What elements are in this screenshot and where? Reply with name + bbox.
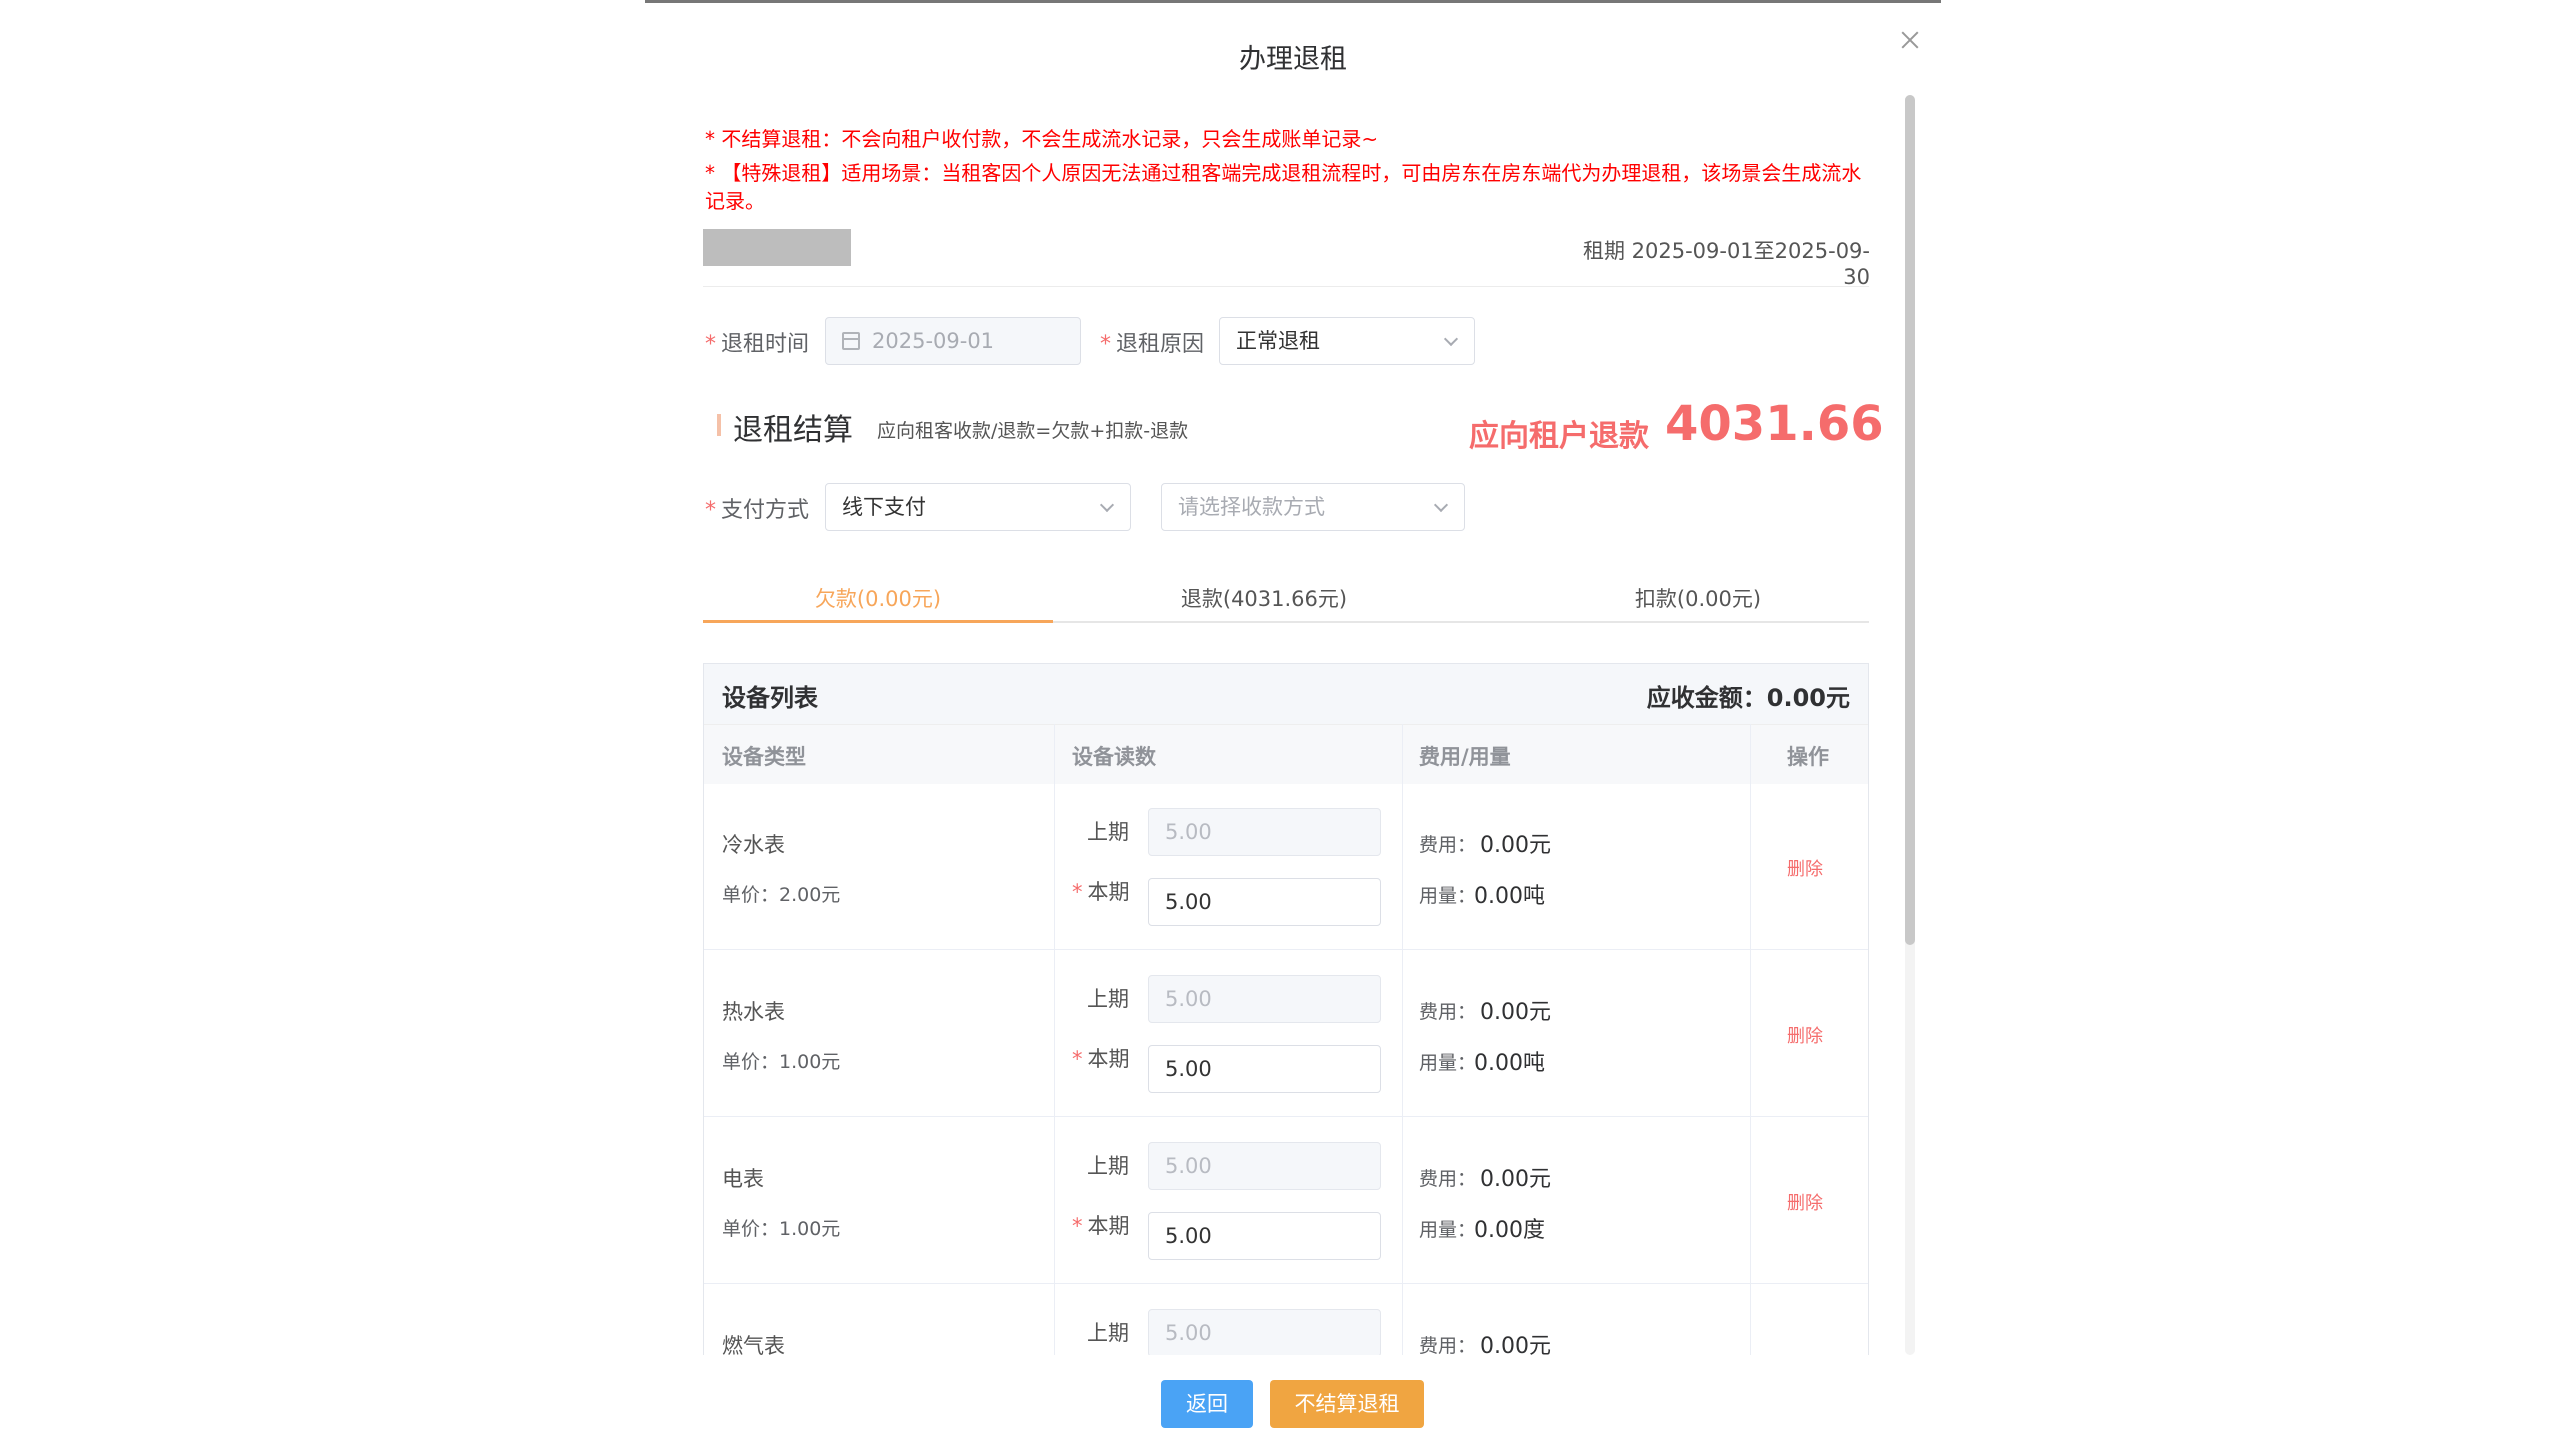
refund-amount: 4031.66: [1665, 396, 1884, 452]
delete-button[interactable]: 删除: [1787, 855, 1823, 881]
device-list-card: 设备列表 应收金额：0.00元 设备类型 设备读数 费用/用量 操作 冷水表 单…: [703, 663, 1869, 1363]
prev-reading-label: 上期: [1087, 987, 1129, 1011]
device-price: 单价：1.00元: [722, 1218, 841, 1240]
col-action: 操作: [1787, 745, 1829, 769]
checkout-time-label: * 退租时间: [705, 332, 810, 357]
checkout-reason-label: * 退租原因: [1100, 332, 1205, 357]
divider: [703, 286, 1869, 287]
prev-reading-input: 5.00: [1148, 808, 1381, 856]
cur-reading-label: * 本期: [1072, 1214, 1130, 1238]
checkout-dialog: 办理退租 * 不结算退租：不会向租户收付款，不会生成流水记录，只会生成账单记录~…: [645, 0, 1941, 1443]
usage-label: 用量：: [1419, 1219, 1477, 1241]
table-row: 电表 单价：1.00元 上期 5.00 * 本期 5.00 费用： 0.00元 用…: [704, 1118, 1868, 1284]
table-row: 冷水表 单价：2.00元 上期 5.00 * 本期 5.00 费用： 0.00元 …: [704, 784, 1868, 950]
cur-reading-label: * 本期: [1072, 1047, 1130, 1071]
device-name: 电表: [722, 1167, 764, 1191]
tab-refund[interactable]: 退款(4031.66元): [1119, 583, 1409, 613]
usage-label: 用量：: [1419, 885, 1477, 907]
prev-reading-input: 5.00: [1148, 1142, 1381, 1190]
settlement-title: 退租结算: [733, 413, 853, 448]
settlement-formula: 应向租客收款/退款=欠款+扣款-退款: [877, 420, 1189, 442]
fee-label: 费用：: [1419, 1335, 1477, 1357]
receivable-amount: 应收金额：0.00元: [1646, 684, 1850, 712]
col-device-type: 设备类型: [722, 745, 806, 769]
notice-special-checkout: * 【特殊退租】适用场景：当租客因个人原因无法通过租客端完成退租流程时，可由房东…: [705, 161, 1862, 213]
col-reading: 设备读数: [1072, 745, 1156, 769]
col-fee-usage: 费用/用量: [1419, 745, 1511, 769]
cur-reading-input[interactable]: 5.00: [1148, 1045, 1381, 1093]
cur-reading-input[interactable]: 5.00: [1148, 878, 1381, 926]
payment-method-label: * 支付方式: [705, 498, 810, 523]
device-price: 单价：1.00元: [722, 1051, 841, 1073]
delete-button[interactable]: 删除: [1787, 1189, 1823, 1215]
usage-value: 0.00吨: [1474, 884, 1545, 909]
fee-label: 费用：: [1419, 834, 1477, 856]
tab-deduction[interactable]: 扣款(0.00元): [1553, 583, 1843, 613]
device-list-header: 设备列表 应收金额：0.00元: [704, 664, 1868, 724]
chevron-down-icon: [1443, 331, 1459, 347]
checkout-reason-select[interactable]: 正常退租: [1219, 317, 1475, 365]
refund-label: 应向租户退款: [1469, 419, 1649, 454]
fee-value: 0.00元: [1480, 1167, 1551, 1192]
notice-no-settle: * 不结算退租：不会向租户收付款，不会生成流水记录，只会生成账单记录~: [705, 127, 1379, 151]
device-list-title: 设备列表: [722, 684, 818, 712]
fee-label: 费用：: [1419, 1168, 1477, 1190]
dialog-title: 办理退租: [1239, 44, 1347, 75]
back-button[interactable]: 返回: [1161, 1380, 1253, 1428]
prev-reading-label: 上期: [1087, 1154, 1129, 1178]
delete-button[interactable]: 删除: [1787, 1022, 1823, 1048]
prev-reading-label: 上期: [1087, 820, 1129, 844]
active-tab-indicator: [703, 620, 1053, 623]
cur-reading-input[interactable]: 5.00: [1148, 1212, 1381, 1260]
lease-period: 租期 2025-09-01至2025-09-30: [1582, 239, 1870, 289]
fee-label: 费用：: [1419, 1001, 1477, 1023]
settlement-tabs: 欠款(0.00元) 退款(4031.66元) 扣款(0.00元): [703, 573, 1869, 623]
no-settle-checkout-button[interactable]: 不结算退租: [1270, 1380, 1424, 1428]
payment-method-select[interactable]: 线下支付: [825, 483, 1131, 531]
table-header: 设备类型 设备读数 费用/用量 操作: [704, 724, 1868, 784]
calendar-icon: [842, 332, 860, 350]
usage-label: 用量：: [1419, 1052, 1477, 1074]
scrollbar[interactable]: [1905, 95, 1915, 1355]
chevron-down-icon: [1099, 497, 1115, 513]
tab-arrears[interactable]: 欠款(0.00元): [703, 583, 1053, 613]
table-row: 燃气表 上期 5.00 费用： 0.00元: [704, 1285, 1868, 1363]
scrollbar-thumb[interactable]: [1905, 95, 1915, 945]
prev-reading-label: 上期: [1087, 1321, 1129, 1345]
prev-reading-input: 5.00: [1148, 1309, 1381, 1357]
chevron-down-icon: [1433, 497, 1449, 513]
section-marker: [717, 414, 721, 436]
close-icon[interactable]: [1895, 25, 1925, 55]
cur-reading-label: * 本期: [1072, 880, 1130, 904]
table-row: 热水表 单价：1.00元 上期 5.00 * 本期 5.00 费用： 0.00元 …: [704, 951, 1868, 1117]
prev-reading-input: 5.00: [1148, 975, 1381, 1023]
tenant-name-redacted: [703, 229, 851, 266]
device-name: 冷水表: [722, 833, 785, 857]
device-name: 热水表: [722, 1000, 785, 1024]
device-price: 单价：2.00元: [722, 884, 841, 906]
usage-value: 0.00度: [1474, 1218, 1545, 1243]
checkout-time-input[interactable]: 2025-09-01: [825, 317, 1081, 365]
collection-method-select[interactable]: 请选择收款方式: [1161, 483, 1465, 531]
fee-value: 0.00元: [1480, 833, 1551, 858]
usage-value: 0.00吨: [1474, 1051, 1545, 1076]
fee-value: 0.00元: [1480, 1000, 1551, 1025]
